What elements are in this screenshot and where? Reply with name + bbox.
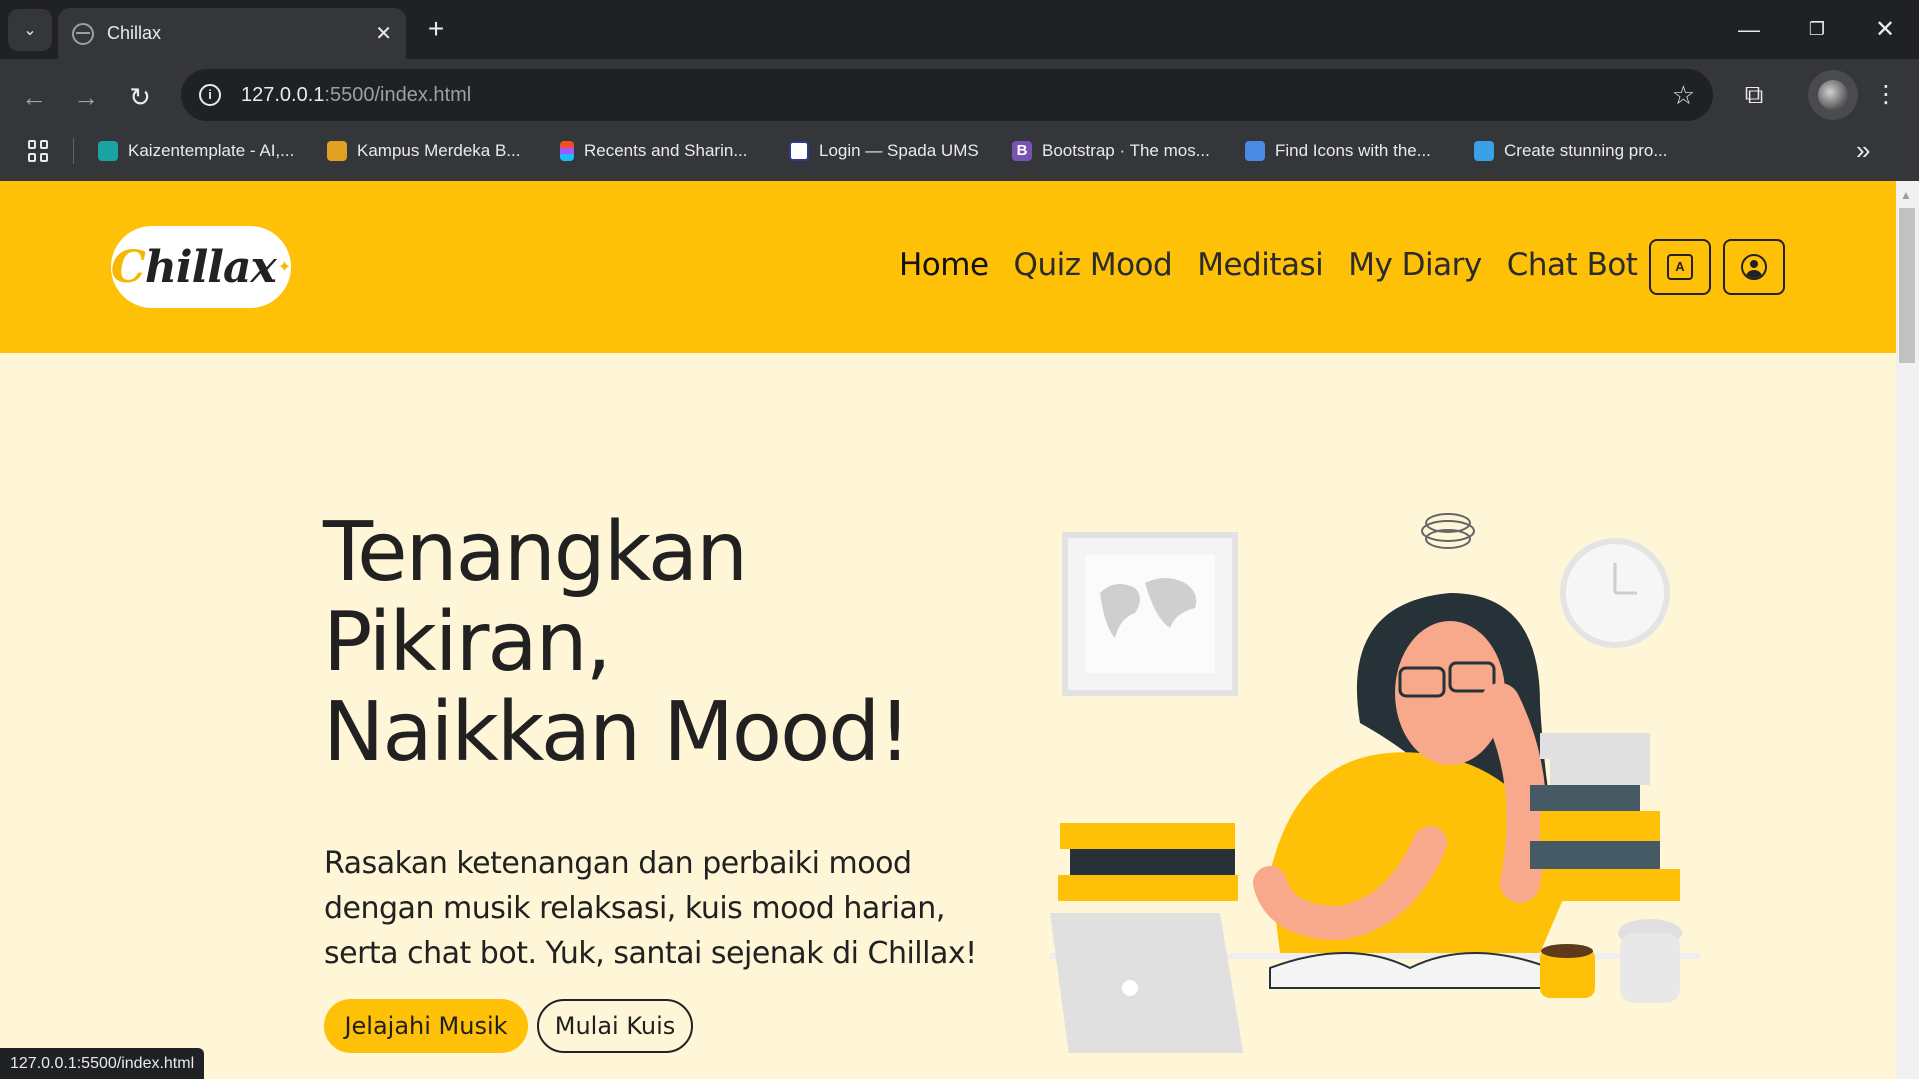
hero-title-line: Tenangkan xyxy=(323,505,748,600)
new-tab-button[interactable]: + xyxy=(418,12,454,48)
bookmark-label: Recents and Sharin... xyxy=(584,141,748,160)
flag-icon xyxy=(1245,141,1265,161)
tab-strip: ⌄ Chillax ✕ + — ❐ ✕ xyxy=(0,0,1919,59)
extensions-puzzle-icon[interactable]: ⧉ xyxy=(1738,78,1770,110)
hero-title-line: Naikkan Mood! xyxy=(323,685,911,780)
nav-home[interactable]: Home xyxy=(899,247,989,283)
more-bookmarks-icon[interactable]: » xyxy=(1856,135,1870,166)
bookmark-item[interactable]: Find Icons with the... xyxy=(1245,137,1431,165)
back-arrow-icon[interactable]: ← xyxy=(16,79,52,115)
language-button[interactable]: A xyxy=(1649,239,1711,295)
layers-icon xyxy=(1474,141,1494,161)
url-path: :5500/index.html xyxy=(324,83,472,106)
bookmark-star-icon[interactable]: ☆ xyxy=(1672,80,1695,111)
bookmark-item[interactable]: Create stunning pro... xyxy=(1474,137,1667,165)
close-window-button[interactable]: ✕ xyxy=(1851,0,1919,59)
bookmark-item[interactable]: B Bootstrap · The mos... xyxy=(1012,137,1210,165)
more-menu-icon[interactable]: ⋮ xyxy=(1874,78,1898,112)
hero-title: Tenangkan Pikiran, Naikkan Mood! xyxy=(323,508,1043,778)
bookmark-label: Kaizentemplate - AI,... xyxy=(128,141,295,160)
bookmark-item[interactable]: Kaizentemplate - AI,... xyxy=(98,137,294,165)
figma-icon xyxy=(560,141,574,161)
nav-chat-bot[interactable]: Chat Bot xyxy=(1507,247,1638,283)
sparkle-icon: ✦ xyxy=(277,259,292,276)
tab-search-chevron-icon[interactable]: ⌄ xyxy=(8,9,52,51)
explore-music-button[interactable]: Jelajahi Musik xyxy=(324,999,528,1053)
bookmark-separator xyxy=(73,138,74,164)
logo-text: Chillax xyxy=(110,241,277,293)
bookmark-item[interactable]: Recents and Sharin... xyxy=(560,137,747,165)
minimize-button[interactable]: — xyxy=(1715,0,1783,59)
nav-meditasi[interactable]: Meditasi xyxy=(1197,247,1324,283)
main-nav: Home Quiz Mood Meditasi My Diary Chat Bo… xyxy=(899,247,1662,283)
tab-title: Chillax xyxy=(107,23,162,43)
bootstrap-icon: B xyxy=(1012,141,1032,161)
translate-icon: A xyxy=(1667,254,1693,280)
close-tab-icon[interactable]: ✕ xyxy=(375,21,392,46)
stressed-student-illustration xyxy=(1050,513,1700,1053)
bookmark-label: Login — Spada UMS xyxy=(819,141,979,160)
user-circle-icon xyxy=(1741,254,1767,280)
reload-icon[interactable]: ↻ xyxy=(122,79,158,115)
bookmark-item[interactable]: Kampus Merdeka B... xyxy=(327,137,520,165)
bookmark-label: Kampus Merdeka B... xyxy=(357,141,521,160)
chillax-logo[interactable]: Chillax ✦ xyxy=(111,226,291,308)
bookmark-item[interactable]: Login — Spada UMS xyxy=(789,137,979,165)
apps-grid-icon[interactable] xyxy=(28,140,50,162)
bookmark-label: Bootstrap · The mos... xyxy=(1042,141,1210,160)
browser-tab-active[interactable]: Chillax ✕ xyxy=(58,8,406,59)
profile-button[interactable] xyxy=(1808,70,1858,120)
nav-my-diary[interactable]: My Diary xyxy=(1348,247,1482,283)
address-bar[interactable]: i 127.0.0.1:5500/index.html ☆ xyxy=(181,69,1713,121)
hero-section: Tenangkan Pikiran, Naikkan Mood! Rasakan… xyxy=(0,353,1896,1079)
url-host: 127.0.0.1 xyxy=(241,83,325,106)
start-quiz-button[interactable]: Mulai Kuis xyxy=(537,999,693,1053)
forward-arrow-icon[interactable]: → xyxy=(68,79,104,115)
bookmark-label: Create stunning pro... xyxy=(1504,141,1668,160)
scroll-up-arrow-icon[interactable]: ▲ xyxy=(1900,188,1912,202)
spada-icon xyxy=(789,141,809,161)
graduation-cap-icon xyxy=(327,141,347,161)
avatar xyxy=(1818,80,1848,110)
hero-title-line: Pikiran, xyxy=(323,595,612,690)
link-status-bar: 127.0.0.1:5500/index.html xyxy=(0,1048,205,1079)
kaizen-icon xyxy=(98,141,118,161)
hero-description: Rasakan ketenangan dan perbaiki mood den… xyxy=(324,846,977,971)
site-header: Chillax ✦ Home Quiz Mood Meditasi My Diar… xyxy=(0,181,1896,353)
nav-quiz-mood[interactable]: Quiz Mood xyxy=(1014,247,1173,283)
scrollbar-thumb[interactable] xyxy=(1899,208,1915,363)
account-button[interactable] xyxy=(1723,239,1785,295)
site-info-icon[interactable]: i xyxy=(199,84,221,106)
maximize-button[interactable]: ❐ xyxy=(1783,0,1851,59)
globe-icon xyxy=(72,22,94,45)
bookmark-label: Find Icons with the... xyxy=(1275,141,1431,160)
